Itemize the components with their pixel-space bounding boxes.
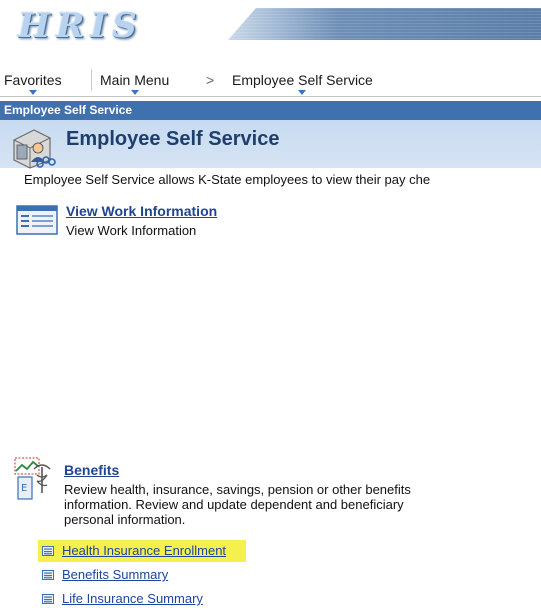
chevron-down-icon bbox=[298, 90, 307, 95]
page-titlebar: Employee Self Service bbox=[0, 101, 541, 120]
nav-main-menu-label: Main Menu bbox=[100, 72, 170, 88]
benefits-description-line-3: personal information. bbox=[64, 512, 186, 527]
benefits-description-line-2: information. Review and update dependent… bbox=[64, 497, 404, 512]
benefits-icon: E bbox=[14, 457, 51, 500]
page-icon bbox=[42, 594, 54, 604]
view-work-information-link[interactable]: View Work Information bbox=[66, 203, 217, 219]
health-insurance-enrollment-link[interactable]: Health Insurance Enrollment bbox=[38, 540, 247, 562]
page-icon bbox=[42, 546, 54, 556]
benefits-description-line-1: Review health, insurance, savings, pensi… bbox=[64, 482, 411, 497]
life-insurance-summary-label: Life Insurance Summary bbox=[62, 591, 203, 606]
nav-employee-self-service[interactable]: Employee Self Service bbox=[232, 71, 373, 95]
benefits-summary-link[interactable]: Benefits Summary bbox=[38, 564, 188, 586]
header-banner-stripe bbox=[228, 8, 541, 40]
employee-self-service-icon bbox=[13, 129, 56, 169]
chevron-down-icon bbox=[130, 90, 139, 95]
health-insurance-enrollment-label: Health Insurance Enrollment bbox=[62, 543, 227, 558]
life-insurance-summary-link[interactable]: Life Insurance Summary bbox=[38, 588, 223, 610]
page-header: Employee Self Service bbox=[0, 120, 541, 169]
nav-favorites[interactable]: Favorites bbox=[4, 71, 62, 95]
benefits-summary-label: Benefits Summary bbox=[62, 567, 169, 582]
nav-divider bbox=[91, 69, 92, 91]
chevron-down-icon bbox=[28, 90, 37, 95]
nav-current-label: Employee Self Service bbox=[232, 72, 373, 88]
page-title: Employee Self Service bbox=[66, 128, 280, 150]
work-info-icon bbox=[16, 205, 58, 235]
breadcrumb-separator: > bbox=[206, 72, 215, 88]
hris-logo: HRIS bbox=[18, 6, 143, 46]
page-intro-text: Employee Self Service allows K-State emp… bbox=[24, 172, 431, 187]
nav-favorites-label: Favorites bbox=[4, 72, 62, 88]
svg-text:E: E bbox=[21, 483, 27, 494]
nav-bar: Favorites Main Menu > Employee Self Serv… bbox=[0, 66, 541, 97]
benefits-link[interactable]: Benefits bbox=[64, 462, 119, 478]
nav-main-menu[interactable]: Main Menu bbox=[100, 71, 170, 95]
view-work-information-description: View Work Information bbox=[66, 223, 197, 238]
page-icon bbox=[42, 570, 54, 580]
header: HRIS bbox=[0, 0, 541, 54]
